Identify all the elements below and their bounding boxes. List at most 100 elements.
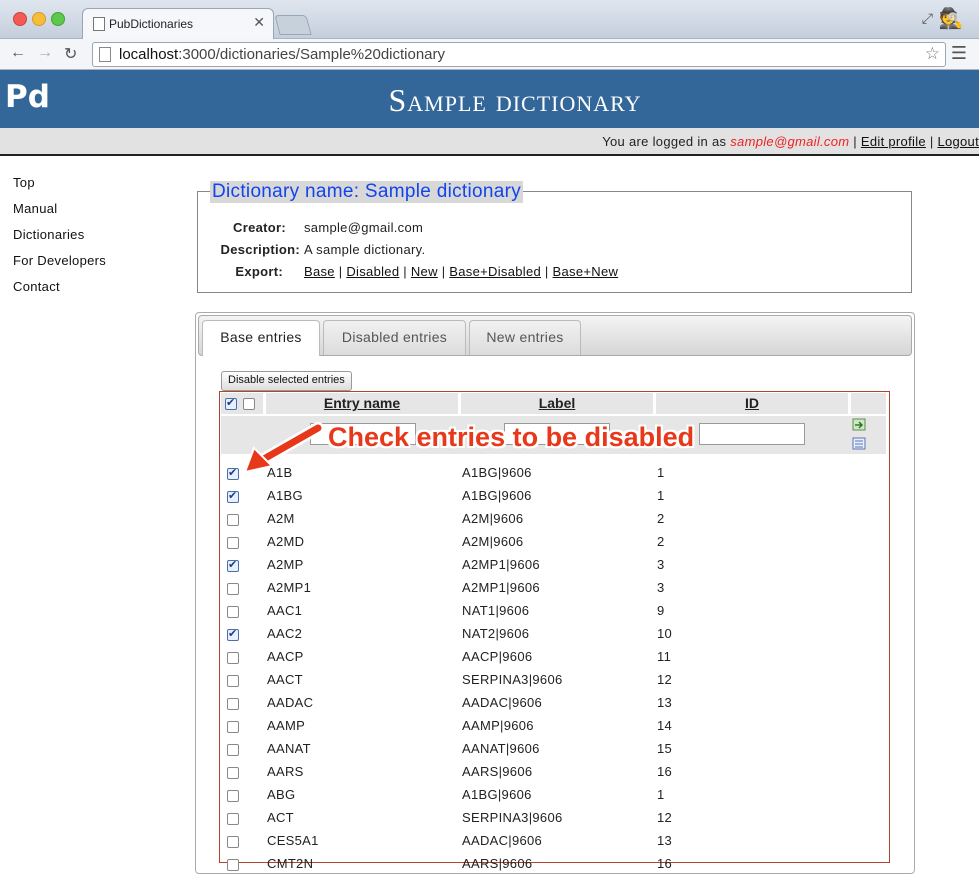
logout-link[interactable]: Logout <box>937 134 979 149</box>
tab-new-entries[interactable]: New entries <box>469 320 581 355</box>
label-cell: AARS|9606 <box>462 856 533 871</box>
row-checkbox[interactable] <box>227 744 239 756</box>
row-checkbox[interactable] <box>227 790 239 802</box>
row-checkbox[interactable] <box>227 813 239 825</box>
export-disabled-link[interactable]: Disabled <box>346 264 399 279</box>
dictionary-name-heading: Dictionary name: Sample dictionary <box>210 181 524 203</box>
forward-icon[interactable]: → <box>37 44 53 62</box>
id-cell: 14 <box>657 718 673 733</box>
row-checkbox[interactable] <box>227 859 239 871</box>
label-cell: AAMP|9606 <box>462 718 534 733</box>
select-all-checkbox[interactable] <box>225 396 237 410</box>
export-base-new-link[interactable]: Base+New <box>553 264 619 279</box>
zoom-window-button[interactable] <box>51 12 65 26</box>
tab-base-entries[interactable]: Base entries <box>202 320 320 356</box>
id-filter-input[interactable] <box>699 423 805 445</box>
row-checkbox[interactable] <box>227 537 239 549</box>
row-checkbox[interactable] <box>227 836 239 848</box>
id-header[interactable]: ID <box>656 393 848 414</box>
row-checkbox[interactable] <box>227 466 239 480</box>
sidebar-nav: Top Manual Dictionaries For Developers C… <box>13 175 106 305</box>
incognito-icon: 🕵 <box>938 8 964 30</box>
row-checkbox[interactable] <box>227 652 239 664</box>
row-checkbox[interactable] <box>227 558 239 572</box>
entry-name-cell: AAC2 <box>267 626 303 641</box>
entry-name-header[interactable]: Entry name <box>266 393 458 414</box>
id-cell: 13 <box>657 833 673 848</box>
label-cell: NAT2|9606 <box>462 626 530 641</box>
fullscreen-icon[interactable]: ⤢ <box>922 10 933 27</box>
entry-name-cell: AACT <box>267 672 303 687</box>
label-cell: A1BG|9606 <box>462 465 532 480</box>
edit-profile-link[interactable]: Edit profile <box>861 134 926 149</box>
browser-tab-title: PubDictionaries <box>109 17 194 31</box>
actions-header <box>851 393 886 414</box>
description-value: A sample dictionary. <box>304 242 426 257</box>
sidebar-item-contact[interactable]: Contact <box>13 279 106 305</box>
sidebar-item-for-developers[interactable]: For Developers <box>13 253 106 279</box>
entry-name-cell: A2MP1 <box>267 580 312 595</box>
close-tab-icon[interactable]: ✕ <box>253 14 265 31</box>
annotation-arrow-icon <box>243 422 324 474</box>
row-checkbox[interactable] <box>227 721 239 733</box>
id-cell: 9 <box>657 603 665 618</box>
new-tab-button[interactable] <box>274 15 312 35</box>
id-cell: 11 <box>657 649 672 664</box>
label-cell: AADAC|9606 <box>462 833 543 848</box>
id-cell: 10 <box>657 626 673 641</box>
id-cell: 16 <box>657 856 673 871</box>
browser-toolbar: ← → ↻ localhost:3000/dictionaries/Sample… <box>0 39 979 70</box>
id-cell: 15 <box>657 741 673 756</box>
deselect-all-checkbox[interactable] <box>243 398 255 410</box>
disable-selected-button[interactable]: Disable selected entries <box>221 371 352 391</box>
back-icon[interactable]: ← <box>10 44 26 62</box>
row-checkbox[interactable] <box>227 583 239 595</box>
label-cell: A2M|9606 <box>462 534 524 549</box>
label-cell: A2M|9606 <box>462 511 524 526</box>
export-base-disabled-link[interactable]: Base+Disabled <box>449 264 541 279</box>
label-cell: A1BG|9606 <box>462 488 532 503</box>
id-cell: 12 <box>657 810 673 825</box>
id-cell: 2 <box>657 534 665 549</box>
entry-name-cell: AANAT <box>267 741 311 756</box>
description-label: Description: <box>220 242 300 257</box>
creator-value: sample@gmail.com <box>304 220 424 235</box>
browser-tab[interactable]: PubDictionaries ✕ <box>82 8 274 39</box>
row-checkbox[interactable] <box>227 767 239 779</box>
row-checkbox[interactable] <box>227 606 239 618</box>
sidebar-item-manual[interactable]: Manual <box>13 201 106 227</box>
export-label: Export: <box>235 264 283 279</box>
url-text: localhost:3000/dictionaries/Sample%20dic… <box>119 46 446 63</box>
row-checkbox[interactable] <box>227 627 239 641</box>
export-new-link[interactable]: New <box>411 264 438 279</box>
id-cell: 1 <box>657 488 665 503</box>
export-links: Base | Disabled | New | Base+Disabled | … <box>304 264 619 279</box>
browser-titlebar: PubDictionaries ✕ ⤢ 🕵 <box>0 0 979 39</box>
entry-name-cell: AAMP <box>267 718 306 733</box>
label-header[interactable]: Label <box>461 393 653 414</box>
tab-disabled-entries[interactable]: Disabled entries <box>323 320 466 355</box>
row-checkbox[interactable] <box>227 514 239 526</box>
sidebar-item-dictionaries[interactable]: Dictionaries <box>13 227 106 253</box>
row-checkbox[interactable] <box>227 489 239 503</box>
page-icon <box>99 47 111 62</box>
reload-icon[interactable]: ↻ <box>64 44 77 64</box>
export-base-link[interactable]: Base <box>304 264 335 279</box>
menu-icon[interactable]: ☰ <box>951 43 967 64</box>
address-bar[interactable]: localhost:3000/dictionaries/Sample%20dic… <box>92 42 946 67</box>
label-cell: AADAC|9606 <box>462 695 543 710</box>
label-cell: A2MP1|9606 <box>462 557 540 572</box>
entry-name-cell: A2MP <box>267 557 304 572</box>
entry-name-cell: A2M <box>267 511 295 526</box>
row-checkbox[interactable] <box>227 698 239 710</box>
label-cell: AANAT|9606 <box>462 741 540 756</box>
close-window-button[interactable] <box>13 12 27 26</box>
minimize-window-button[interactable] <box>32 12 46 26</box>
entry-name-cell: CES5A1 <box>267 833 319 848</box>
bookmark-star-icon[interactable]: ☆ <box>925 44 940 64</box>
sidebar-item-top[interactable]: Top <box>13 175 106 201</box>
label-cell: NAT1|9606 <box>462 603 530 618</box>
search-submit-icon[interactable] <box>852 418 866 431</box>
row-checkbox[interactable] <box>227 675 239 687</box>
reset-filter-icon[interactable] <box>852 437 866 450</box>
